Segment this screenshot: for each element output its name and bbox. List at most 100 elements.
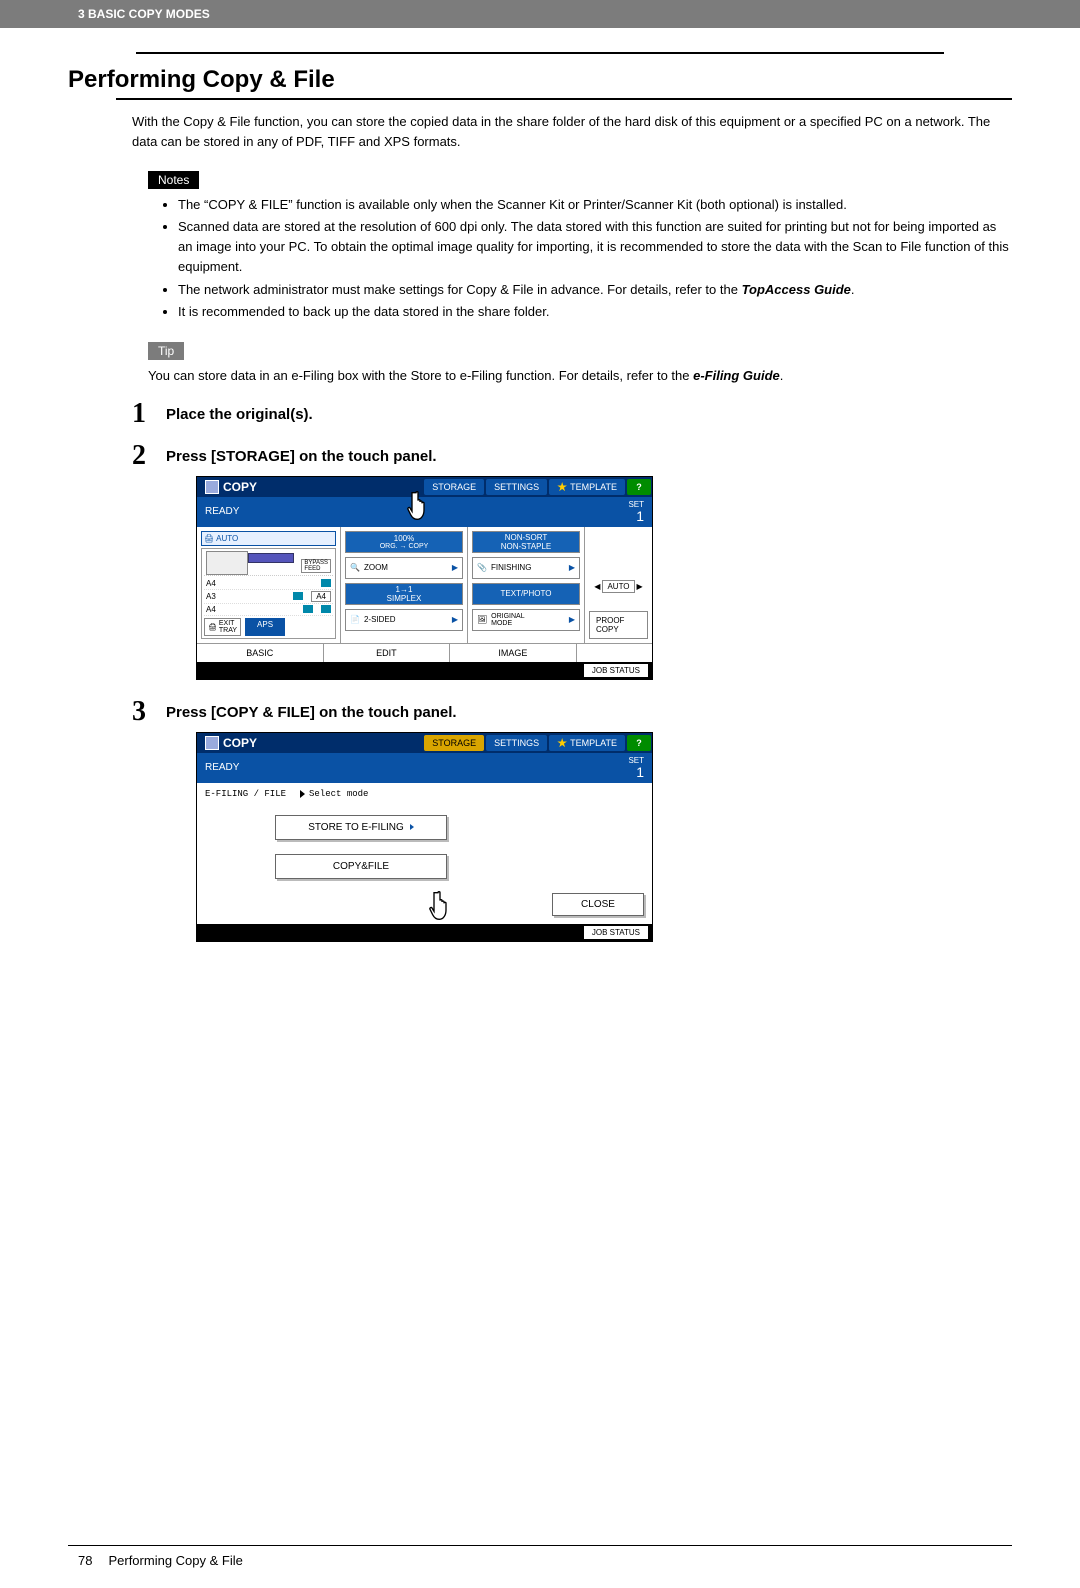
job-status-button[interactable]: JOB STATUS — [584, 664, 648, 677]
side-tray-label[interactable]: A4 — [311, 591, 331, 602]
spacer-tab — [577, 644, 652, 662]
paper-level-icon — [321, 605, 331, 613]
close-row: CLOSE — [205, 893, 644, 916]
settings-tab[interactable]: SETTINGS — [486, 735, 547, 751]
note-item: The network administrator must make sett… — [178, 280, 1012, 300]
zoom-button[interactable]: 🔍 ZOOM ▶ — [345, 557, 463, 579]
touch-panel-step3: COPY STORAGE SETTINGS TEMPLATE ? READY S… — [196, 732, 651, 942]
text-photo-button[interactable]: TEXT/PHOTO — [472, 583, 580, 605]
note-item: It is recommended to back up the data st… — [178, 302, 1012, 322]
storage-subheader: E-FILING / FILE Select mode — [205, 789, 644, 799]
bypass-feed-button[interactable]: BYPASS FEED — [301, 559, 331, 573]
tip-label: Tip — [148, 342, 184, 360]
platen-shape — [248, 553, 294, 563]
step-1: 1 Place the original(s). — [132, 400, 1012, 428]
paper-level-icon — [303, 605, 313, 613]
storage-tab[interactable]: STORAGE — [424, 479, 484, 495]
sort-button[interactable]: NON-SORT NON-STAPLE — [472, 531, 580, 553]
triangle-right-icon — [300, 790, 305, 798]
step-2: 2 Press [STORAGE] on the touch panel. — [132, 442, 1012, 470]
template-tab[interactable]: TEMPLATE — [549, 479, 625, 495]
density-column: ◀ AUTO ▶ PROOF COPY — [585, 527, 652, 643]
efiling-file-label: E-FILING / FILE — [205, 789, 286, 799]
image-tab[interactable]: IMAGE — [450, 644, 577, 662]
duplex-icon: 📄 — [350, 615, 360, 624]
top-rule — [136, 52, 944, 54]
density-left-arrow[interactable]: ◀ — [594, 582, 600, 591]
notes-label: Notes — [148, 171, 199, 189]
panel-footer: JOB STATUS — [197, 924, 652, 941]
select-mode-label: Select mode — [300, 789, 368, 799]
proof-copy-button[interactable]: PROOF COPY — [589, 611, 648, 639]
tip-paragraph: You can store data in an e-Filing box wi… — [148, 366, 1012, 386]
help-tab[interactable]: ? — [627, 735, 651, 751]
copy-icon — [205, 480, 219, 494]
ready-text: READY — [201, 762, 239, 773]
tray-box: BYPASS FEED A4 A3 A4 — [201, 548, 336, 639]
ready-text: READY — [201, 506, 239, 517]
chapter-header: 3 BASIC COPY MODES — [0, 0, 1080, 28]
copy-icon — [205, 736, 219, 750]
page-footer: 78 Performing Copy & File — [78, 1553, 243, 1568]
step-number: 2 — [132, 442, 166, 470]
ready-row: READY SET 1 — [197, 497, 652, 527]
panel-body: 🖨 AUTO BYPASS FEED A4 — [197, 527, 652, 643]
bottom-tabs: BASIC EDIT IMAGE — [197, 643, 652, 662]
finishing-button[interactable]: 📎 FINISHING ▶ — [472, 557, 580, 579]
set-counter: SET 1 — [628, 500, 648, 523]
original-mode-button[interactable]: 🖼 ORIGINAL MODE ▶ — [472, 609, 580, 631]
footer-title: Performing Copy & File — [108, 1553, 242, 1568]
section-title: Performing Copy & File — [68, 66, 1012, 94]
two-sided-button[interactable]: 📄 2-SIDED ▶ — [345, 609, 463, 631]
page-number: 78 — [78, 1553, 92, 1568]
step-text: Place the original(s). — [166, 400, 313, 423]
close-button[interactable]: CLOSE — [552, 893, 644, 916]
panel-header: COPY STORAGE SETTINGS TEMPLATE ? — [197, 733, 652, 753]
copy-and-file-button[interactable]: COPY&FILE — [275, 854, 447, 879]
tray-row[interactable]: A3 A4 — [204, 590, 333, 604]
job-status-button[interactable]: JOB STATUS — [584, 926, 648, 939]
original-icon: 🖼 — [477, 615, 487, 624]
chevron-right-icon: ▶ — [569, 615, 575, 624]
middle-buttons-column: 100% ORG. → COPY 🔍 ZOOM ▶ 1→1 SIMPLEX 📄 … — [341, 527, 468, 643]
density-right-arrow[interactable]: ▶ — [637, 582, 643, 591]
tray-column: 🖨 AUTO BYPASS FEED A4 — [197, 527, 341, 643]
star-icon — [557, 738, 567, 748]
zoom-pct-button[interactable]: 100% ORG. → COPY — [345, 531, 463, 553]
step-number: 1 — [132, 400, 166, 428]
storage-tab-active[interactable]: STORAGE — [424, 735, 484, 751]
auto-indicator: 🖨 AUTO — [201, 531, 336, 546]
exit-tray-button[interactable]: 🖨EXIT TRAY — [204, 618, 241, 636]
chevron-right-icon: ▶ — [569, 563, 575, 572]
simplex-button[interactable]: 1→1 SIMPLEX — [345, 583, 463, 605]
paper-level-icon — [293, 592, 303, 600]
step-text: Press [COPY & FILE] on the touch panel. — [166, 698, 457, 721]
tray-row[interactable]: A4 — [204, 578, 333, 590]
tray-row[interactable]: A4 — [204, 604, 333, 616]
step-3: 3 Press [COPY & FILE] on the touch panel… — [132, 698, 1012, 726]
store-to-efiling-button[interactable]: STORE TO E-FILING — [275, 815, 447, 840]
template-tab[interactable]: TEMPLATE — [549, 735, 625, 751]
exit-icon: 🖨 — [208, 623, 217, 631]
panel-footer: JOB STATUS — [197, 662, 652, 679]
finishing-icon: 📎 — [477, 563, 487, 572]
settings-tab[interactable]: SETTINGS — [486, 479, 547, 495]
help-tab[interactable]: ? — [627, 479, 651, 495]
chevron-right-icon — [410, 824, 414, 830]
chapter-header-text: 3 BASIC COPY MODES — [78, 7, 210, 21]
chevron-right-icon: ▶ — [452, 563, 458, 572]
edit-tab[interactable]: EDIT — [324, 644, 451, 662]
density-auto-button[interactable]: AUTO — [602, 580, 634, 593]
note-item: Scanned data are stored at the resolutio… — [178, 217, 1012, 277]
step-text: Press [STORAGE] on the touch panel. — [166, 442, 437, 465]
options-column: NON-SORT NON-STAPLE 📎 FINISHING ▶ TEXT/P… — [468, 527, 585, 643]
density-control[interactable]: ◀ AUTO ▶ — [594, 580, 642, 593]
basic-tab[interactable]: BASIC — [197, 644, 324, 662]
paper-level-icon — [321, 579, 331, 587]
notes-list: The “COPY & FILE” function is available … — [160, 195, 1012, 322]
touch-panel-step2: COPY STORAGE SETTINGS TEMPLATE ? READY S… — [196, 476, 651, 680]
aps-button[interactable]: APS — [245, 618, 285, 636]
panel-title: COPY — [197, 733, 423, 753]
panel-body-storage: E-FILING / FILE Select mode STORE TO E-F… — [197, 783, 652, 924]
ready-row: READY SET 1 — [197, 753, 652, 783]
